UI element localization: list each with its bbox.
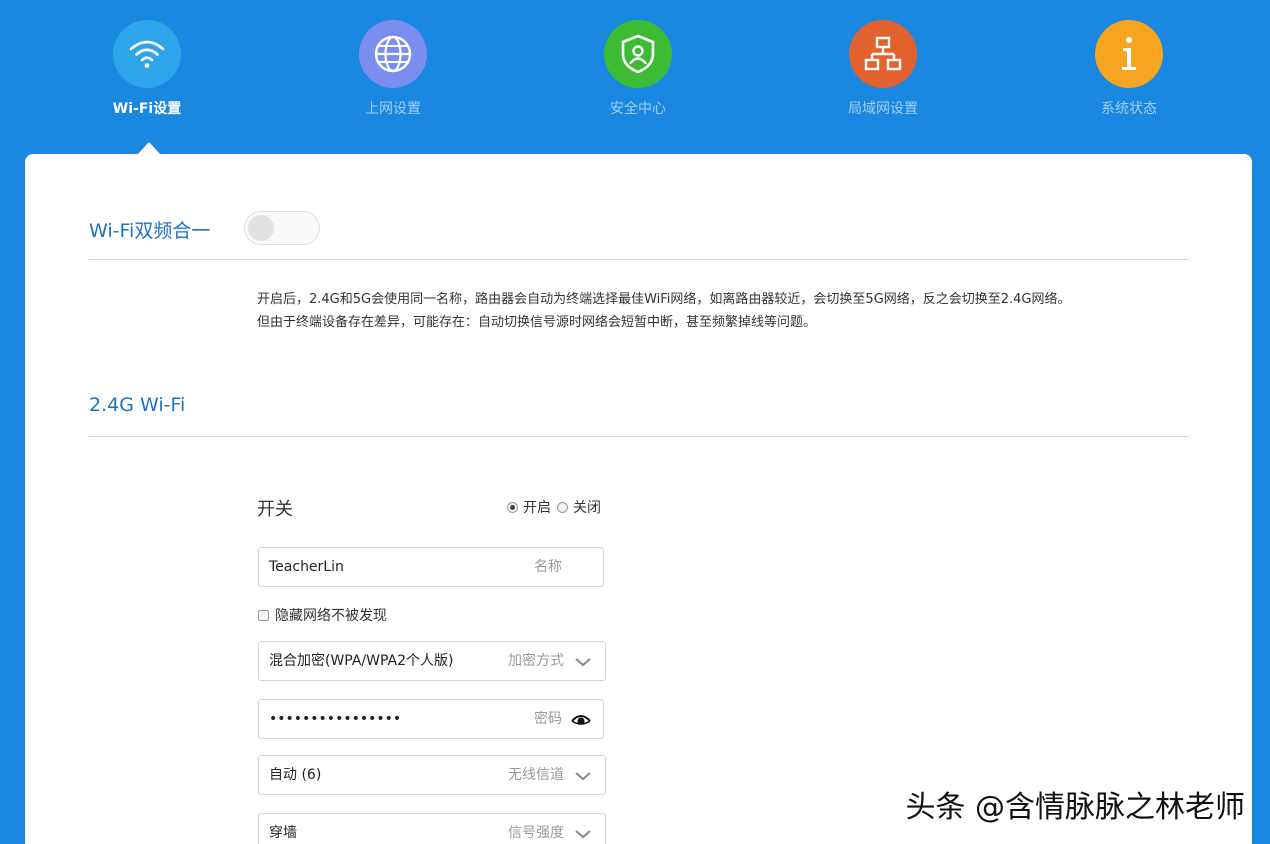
watermark: 头条 @含情脉脉之林老师 — [905, 782, 1245, 826]
nav-item-lan-settings[interactable]: 局域网设置 — [803, 20, 963, 118]
switch-radio-group: 开启 关闭 — [507, 497, 607, 517]
signal-strength-hint: 信号强度 — [508, 814, 564, 844]
radio-on-label: 开启 — [523, 497, 551, 517]
password-hint: 密码 — [534, 700, 562, 738]
hide-network-label: 隐藏网络不被发现 — [275, 605, 387, 625]
radio-on[interactable] — [507, 502, 518, 513]
nav-item-wifi-settings[interactable]: Wi-Fi设置 — [67, 20, 227, 118]
encryption-value: 混合加密(WPA/WPA2个人版) — [269, 642, 499, 680]
nav-label-security-center: 安全中心 — [558, 98, 718, 118]
settings-panel: Wi-Fi双频合一 开启后，2.4G和5G会使用同一名称，路由器会自动为终端选择… — [25, 154, 1252, 844]
wifi-24g-title: 2.4G Wi-Fi — [89, 394, 185, 416]
switch-label: 开关 — [257, 495, 293, 521]
hide-network-row: 隐藏网络不被发现 — [258, 605, 387, 625]
password-input[interactable] — [269, 700, 499, 738]
chevron-down-icon — [573, 826, 593, 842]
signal-strength-select[interactable]: 穿墙 信号强度 — [258, 813, 606, 844]
wifi-name-field: 名称 — [258, 547, 604, 587]
nav-label-wifi-settings: Wi-Fi设置 — [67, 98, 227, 118]
divider — [89, 436, 1189, 437]
dual-band-toggle[interactable] — [244, 211, 320, 245]
chevron-down-icon — [573, 768, 593, 784]
wifi-icon — [113, 20, 181, 88]
password-field: 密码 — [258, 699, 604, 739]
signal-strength-value: 穿墙 — [269, 814, 499, 844]
toggle-knob — [248, 215, 274, 241]
wifi-name-input[interactable] — [269, 548, 499, 586]
channel-value: 自动 (6) — [269, 756, 499, 794]
eye-icon[interactable] — [571, 712, 591, 728]
info-icon — [1095, 20, 1163, 88]
nav-label-lan-settings: 局域网设置 — [803, 98, 963, 118]
globe-icon — [359, 20, 427, 88]
hide-network-checkbox[interactable] — [258, 610, 269, 621]
encryption-hint: 加密方式 — [508, 642, 564, 680]
channel-hint: 无线信道 — [508, 756, 564, 794]
dual-band-title: Wi-Fi双频合一 — [89, 216, 210, 243]
nav-item-security-center[interactable]: 安全中心 — [558, 20, 718, 118]
nav-item-system-status[interactable]: 系统状态 — [1049, 20, 1209, 118]
channel-select[interactable]: 自动 (6) 无线信道 — [258, 755, 606, 795]
network-icon — [849, 20, 917, 88]
nav-item-internet-settings[interactable]: 上网设置 — [313, 20, 473, 118]
description-line-1: 开启后，2.4G和5G会使用同一名称，路由器会自动为终端选择最佳WiFi网络，如… — [257, 288, 1071, 311]
nav-label-system-status: 系统状态 — [1049, 98, 1209, 118]
radio-off-label: 关闭 — [573, 497, 601, 517]
wifi-name-hint: 名称 — [534, 548, 562, 586]
divider — [89, 259, 1189, 260]
description-line-2: 但由于终端设备存在差异，可能存在：自动切换信号源时网络会短暂中断，甚至频繁掉线等… — [257, 311, 1071, 334]
radio-off[interactable] — [557, 502, 568, 513]
dual-band-description: 开启后，2.4G和5G会使用同一名称，路由器会自动为终端选择最佳WiFi网络，如… — [257, 288, 1071, 334]
shield-icon — [604, 20, 672, 88]
chevron-down-icon — [573, 654, 593, 670]
top-nav: Wi-Fi设置 上网设置 安全中心 — [0, 0, 1270, 155]
nav-label-internet-settings: 上网设置 — [313, 98, 473, 118]
encryption-select[interactable]: 混合加密(WPA/WPA2个人版) 加密方式 — [258, 641, 606, 681]
